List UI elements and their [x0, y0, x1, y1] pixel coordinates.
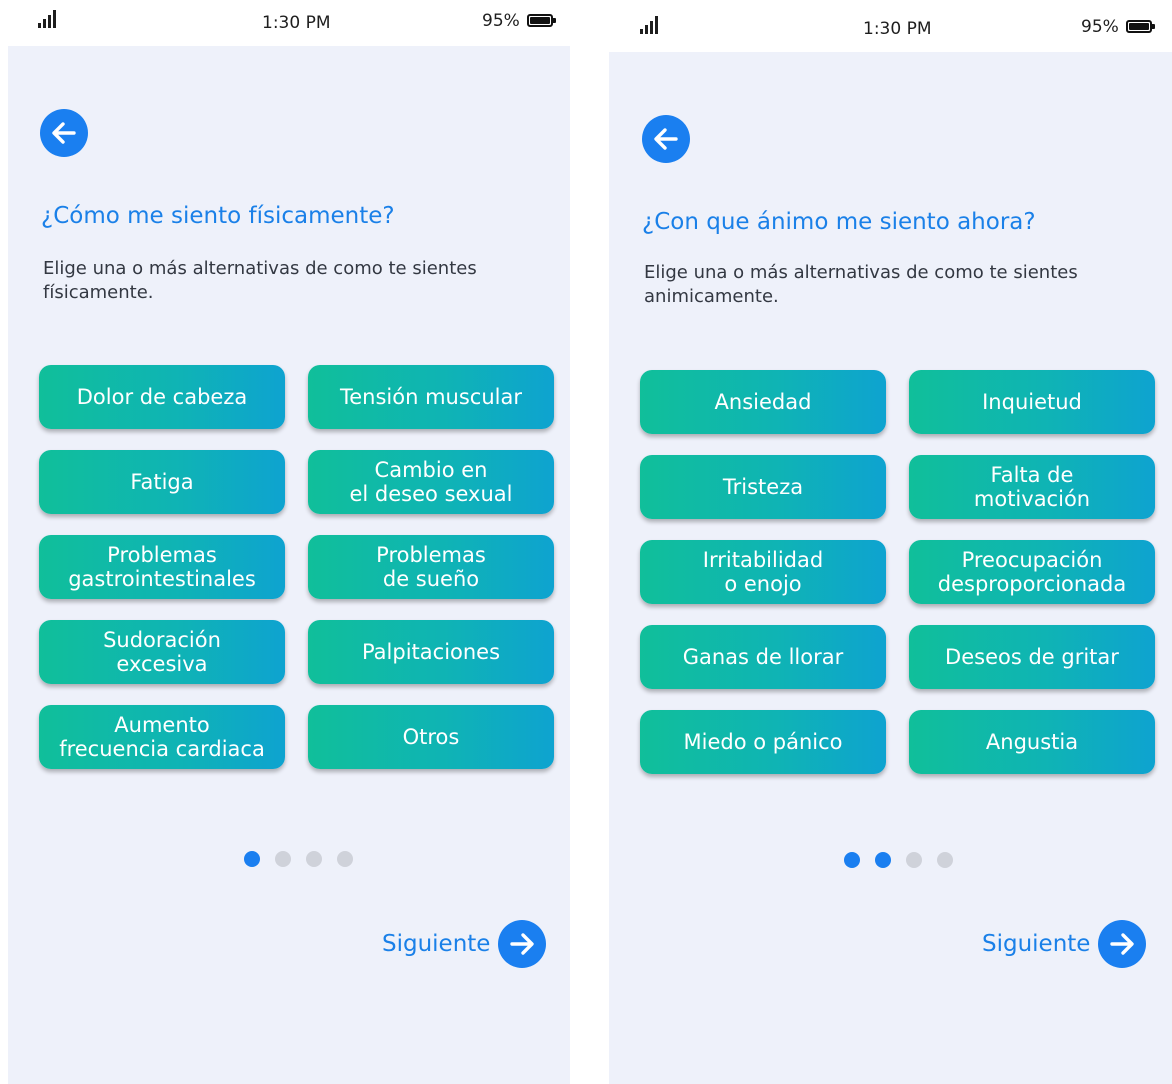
- option-chip[interactable]: Ganas de llorar: [640, 625, 886, 689]
- arrow-left-icon: [654, 128, 678, 150]
- signal-icon: [38, 10, 60, 28]
- option-chip[interactable]: Irritabilidad o enojo: [640, 540, 886, 604]
- option-label: Deseos de gritar: [945, 645, 1119, 669]
- pagination-dot-active[interactable]: [875, 852, 891, 868]
- pagination-dot-active[interactable]: [844, 852, 860, 868]
- option-chip[interactable]: Ansiedad: [640, 370, 886, 434]
- option-chip[interactable]: Miedo o pánico: [640, 710, 886, 774]
- option-label: Dolor de cabeza: [76, 385, 248, 409]
- app-stage: 1:30 PM 95% ¿Cómo me siento físicamente?…: [0, 0, 1172, 1084]
- option-label: Palpitaciones: [361, 640, 501, 664]
- option-label: Tensión muscular: [340, 385, 522, 409]
- battery-icon: [527, 14, 556, 27]
- next-label: Siguiente: [982, 931, 1091, 957]
- back-button[interactable]: [40, 109, 88, 157]
- screen-mood: ¿Con que ánimo me siento ahora? Elige un…: [609, 52, 1172, 1084]
- pagination-dot[interactable]: [937, 852, 953, 868]
- battery-icon: [1126, 20, 1155, 33]
- option-chip[interactable]: Tensión muscular: [308, 365, 554, 429]
- option-chip[interactable]: Preocupación desproporcionada: [909, 540, 1155, 604]
- option-chip[interactable]: Palpitaciones: [308, 620, 554, 684]
- option-label: Cambio en el deseo sexual: [349, 458, 513, 506]
- option-chip[interactable]: Sudoración excesiva: [39, 620, 285, 684]
- option-label: Problemas de sueño: [376, 543, 486, 591]
- option-label: Problemas gastrointestinales: [68, 543, 256, 591]
- arrow-right-icon: [498, 920, 547, 968]
- pagination-dot[interactable]: [337, 851, 353, 867]
- option-chip[interactable]: Problemas gastrointestinales: [39, 535, 285, 599]
- option-chip[interactable]: Problemas de sueño: [308, 535, 554, 599]
- screen-physical: ¿Cómo me siento físicamente? Elige una o…: [8, 46, 570, 1084]
- option-label: Miedo o pánico: [683, 730, 843, 754]
- option-label: Preocupación desproporcionada: [937, 548, 1127, 596]
- option-chip[interactable]: Otros: [308, 705, 554, 769]
- page-subtitle: Elige una o más alternativas de como te …: [644, 262, 1078, 307]
- next-label: Siguiente: [382, 931, 491, 957]
- option-label: Ansiedad: [714, 390, 812, 414]
- option-chip[interactable]: Dolor de cabeza: [39, 365, 285, 429]
- pagination-dot[interactable]: [906, 852, 922, 868]
- battery-percent: 95%: [1081, 17, 1119, 37]
- option-chip[interactable]: Deseos de gritar: [909, 625, 1155, 689]
- option-chip[interactable]: Fatiga: [39, 450, 285, 514]
- option-chip[interactable]: Tristeza: [640, 455, 886, 519]
- option-label: Falta de motivación: [973, 463, 1091, 511]
- signal-icon: [640, 16, 662, 34]
- status-bar: 1:30 PM 95%: [609, 6, 1172, 46]
- page-title: ¿Con que ánimo me siento ahora?: [642, 209, 1036, 235]
- option-label: Aumento frecuencia cardiaca: [59, 713, 265, 761]
- option-chip[interactable]: Falta de motivación: [909, 455, 1155, 519]
- status-bar: 1:30 PM 95%: [0, 0, 575, 40]
- back-button[interactable]: [642, 115, 690, 163]
- option-label: Angustia: [985, 730, 1079, 754]
- option-label: Ganas de llorar: [682, 645, 844, 669]
- battery-percent: 95%: [482, 11, 520, 31]
- next-button[interactable]: Siguiente: [982, 920, 1147, 968]
- option-label: Fatiga: [130, 470, 194, 494]
- option-label: Inquietud: [982, 390, 1082, 414]
- option-label: Tristeza: [722, 475, 804, 499]
- page-title: ¿Cómo me siento físicamente?: [41, 203, 395, 229]
- option-chip[interactable]: Cambio en el deseo sexual: [308, 450, 554, 514]
- status-time: 1:30 PM: [863, 19, 932, 39]
- page-subtitle: Elige una o más alternativas de como te …: [43, 258, 477, 303]
- option-chip[interactable]: Aumento frecuencia cardiaca: [39, 705, 285, 769]
- next-button[interactable]: Siguiente: [382, 920, 547, 968]
- pagination-dot[interactable]: [306, 851, 322, 867]
- pagination-dot-active[interactable]: [244, 851, 260, 867]
- option-chip[interactable]: Inquietud: [909, 370, 1155, 434]
- option-label: Irritabilidad o enojo: [702, 548, 824, 596]
- option-label: Sudoración excesiva: [103, 628, 221, 676]
- status-time: 1:30 PM: [262, 13, 331, 33]
- arrow-left-icon: [52, 122, 76, 144]
- pagination-dot[interactable]: [275, 851, 291, 867]
- option-chip[interactable]: Angustia: [909, 710, 1155, 774]
- arrow-right-icon: [1098, 920, 1147, 968]
- option-label: Otros: [402, 725, 460, 749]
